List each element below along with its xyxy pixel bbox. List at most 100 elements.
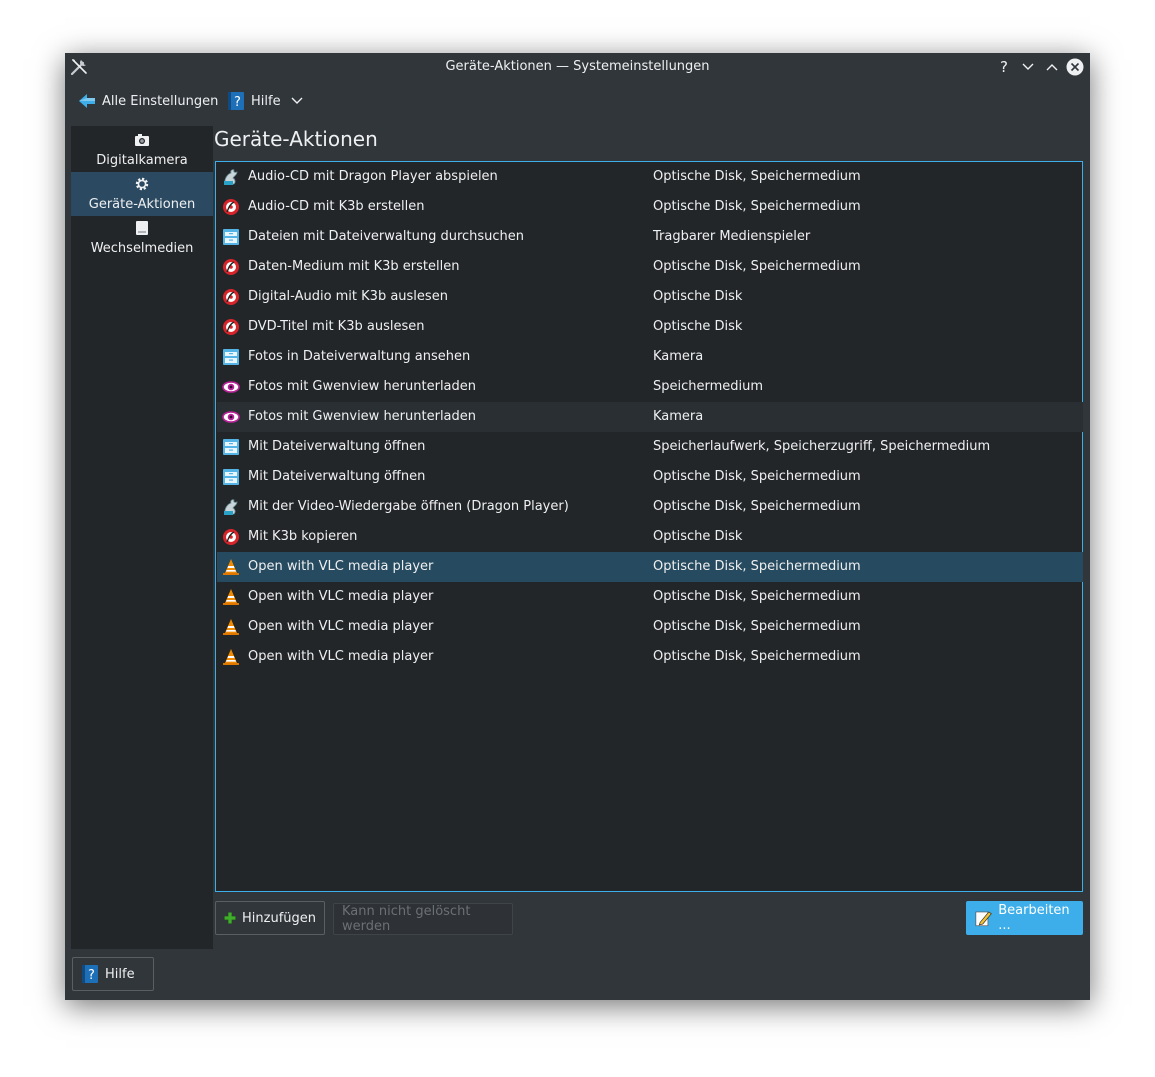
action-name: Audio-CD mit Dragon Player abspielen (248, 169, 498, 184)
edit-button[interactable]: Bearbeiten ... (966, 901, 1083, 935)
all-settings-button[interactable]: Alle Einstellungen (78, 89, 218, 113)
table-row[interactable]: Fotos mit Gwenview herunterladen Kamera (217, 402, 1083, 432)
action-name: Fotos mit Gwenview herunterladen (248, 409, 477, 424)
table-row[interactable]: Audio-CD mit K3b erstellen Optische Disk,… (217, 192, 1083, 222)
table-row[interactable]: Mit K3b kopieren Optische Disk (217, 522, 1083, 552)
action-name: Open with VLC media player (248, 589, 434, 604)
table-row[interactable]: Open with VLC media player Optische Disk,… (217, 582, 1083, 612)
file-manager-icon (222, 438, 240, 456)
table-row[interactable]: Open with VLC media player Optische Disk,… (217, 552, 1083, 582)
table-row[interactable]: Mit Dateiverwaltung öffnen Speicherlaufwe… (217, 432, 1083, 462)
device-types: Optische Disk, Speichermedium (653, 589, 861, 604)
toolbar: Alle Einstellungen ? Hilfe (65, 83, 1090, 119)
dragon-player-icon (222, 168, 240, 186)
table-row[interactable]: Fotos mit Gwenview herunterladen Speicher… (217, 372, 1083, 402)
device-types: Speicherlaufwerk, Speicherzugriff, Speic… (653, 439, 991, 454)
device-types: Optische Disk, Speichermedium (653, 259, 861, 274)
device-actions-list[interactable]: Audio-CD mit Dragon Player abspielen Opti… (215, 161, 1083, 892)
table-row[interactable]: Fotos in Dateiverwaltung ansehen Kamera (217, 342, 1083, 372)
file-manager-icon (222, 468, 240, 486)
add-button[interactable]: Hinzufügen (215, 901, 325, 935)
action-name: DVD-Titel mit K3b auslesen (248, 319, 425, 334)
action-name: Mit Dateiverwaltung öffnen (248, 439, 426, 454)
device-types: Optische Disk, Speichermedium (653, 619, 861, 634)
sidebar-item-geraete-aktionen[interactable]: Geräte-Aktionen (71, 172, 213, 216)
question-icon: ? (1000, 58, 1008, 76)
add-button-label: Hinzufügen (242, 910, 316, 926)
settings-window: Geräte-Aktionen — Systemeinstellungen ? … (65, 53, 1090, 1000)
table-row[interactable]: Dateien mit Dateiverwaltung durchsuchen T… (217, 222, 1083, 252)
table-row[interactable]: Daten-Medium mit K3b erstellen Optische D… (217, 252, 1083, 282)
device-types: Speichermedium (653, 379, 764, 394)
k3b-icon (222, 258, 240, 276)
svg-text:?: ? (88, 968, 95, 983)
close-button[interactable] (1066, 58, 1084, 76)
device-types: Tragbarer Medienspieler (653, 229, 811, 244)
delete-button-label: Kann nicht gelöscht werden (342, 904, 471, 934)
help-book-icon: ? (228, 92, 244, 110)
device-types: Optische Disk, Speichermedium (653, 649, 861, 664)
gwenview-icon (222, 378, 240, 396)
page-title: Geräte-Aktionen (214, 127, 378, 151)
help-menu-label: Hilfe (251, 93, 281, 109)
table-row[interactable]: Mit Dateiverwaltung öffnen Optische Disk,… (217, 462, 1083, 492)
action-name: Open with VLC media player (248, 559, 434, 574)
chevron-up-icon (1046, 64, 1058, 71)
device-types: Optische Disk, Speichermedium (653, 169, 861, 184)
edit-button-label: Bearbeiten ... (998, 903, 1070, 933)
table-row[interactable]: Digital-Audio mit K3b auslesen Optische D… (217, 282, 1083, 312)
sidebar-item-wechselmedien[interactable]: Wechselmedien (71, 216, 213, 260)
device-types: Optische Disk (653, 529, 743, 544)
action-name: Audio-CD mit K3b erstellen (248, 199, 425, 214)
action-name: Mit Dateiverwaltung öffnen (248, 469, 426, 484)
device-types: Optische Disk, Speichermedium (653, 559, 861, 574)
device-types: Optische Disk, Speichermedium (653, 469, 861, 484)
sidebar-item-digitalkamera[interactable]: Digitalkamera (71, 128, 213, 172)
context-help-button[interactable]: ? (995, 58, 1013, 76)
k3b-icon (222, 318, 240, 336)
minimize-button[interactable] (1019, 58, 1037, 76)
chevron-down-icon (291, 97, 303, 104)
k3b-icon (222, 198, 240, 216)
footer-help-label: Hilfe (105, 966, 135, 982)
gwenview-icon (222, 408, 240, 426)
device-types: Optische Disk, Speichermedium (653, 199, 861, 214)
action-name: Daten-Medium mit K3b erstellen (248, 259, 460, 274)
action-name: Fotos in Dateiverwaltung ansehen (248, 349, 471, 364)
plus-icon (224, 912, 236, 924)
footer-help-button[interactable]: ? Hilfe (72, 957, 154, 991)
all-settings-label: Alle Einstellungen (102, 93, 219, 109)
help-book-icon: ? (82, 965, 98, 983)
device-types: Kamera (653, 349, 704, 364)
chevron-down-icon (1022, 63, 1034, 70)
device-types: Optische Disk (653, 289, 743, 304)
file-manager-icon (222, 348, 240, 366)
action-name: Open with VLC media player (248, 649, 434, 664)
title-bar[interactable]: Geräte-Aktionen — Systemeinstellungen ? (65, 53, 1090, 81)
sidebar-item-label: Digitalkamera (96, 153, 188, 168)
action-name: Mit der Video-Wiedergabe öffnen (Dragon … (248, 499, 569, 514)
table-row[interactable]: Open with VLC media player Optische Disk,… (217, 612, 1083, 642)
maximize-button[interactable] (1043, 58, 1061, 76)
k3b-icon (222, 528, 240, 546)
table-row[interactable]: Open with VLC media player Optische Disk,… (217, 642, 1083, 672)
vlc-icon (222, 588, 240, 606)
window-title: Geräte-Aktionen — Systemeinstellungen (445, 59, 710, 74)
table-row[interactable]: DVD-Titel mit K3b auslesen Optische Disk (217, 312, 1083, 342)
device-types: Optische Disk (653, 319, 743, 334)
action-name: Open with VLC media player (248, 619, 434, 634)
action-name: Mit K3b kopieren (248, 529, 358, 544)
dragon-player-icon (222, 498, 240, 516)
table-row[interactable]: Mit der Video-Wiedergabe öffnen (Dragon … (217, 492, 1083, 522)
action-name: Dateien mit Dateiverwaltung durchsuchen (248, 229, 525, 244)
k3b-icon (222, 288, 240, 306)
sidebar-item-label: Wechselmedien (90, 241, 194, 256)
device-types: Kamera (653, 409, 704, 424)
camera-icon (135, 134, 149, 146)
close-icon (1066, 58, 1084, 76)
vlc-icon (222, 648, 240, 666)
table-row[interactable]: Audio-CD mit Dragon Player abspielen Opti… (217, 162, 1083, 192)
drive-icon (136, 221, 148, 235)
delete-button[interactable]: Kann nicht gelöscht werden (333, 903, 513, 935)
help-menu-button[interactable]: ? Hilfe (227, 89, 303, 113)
